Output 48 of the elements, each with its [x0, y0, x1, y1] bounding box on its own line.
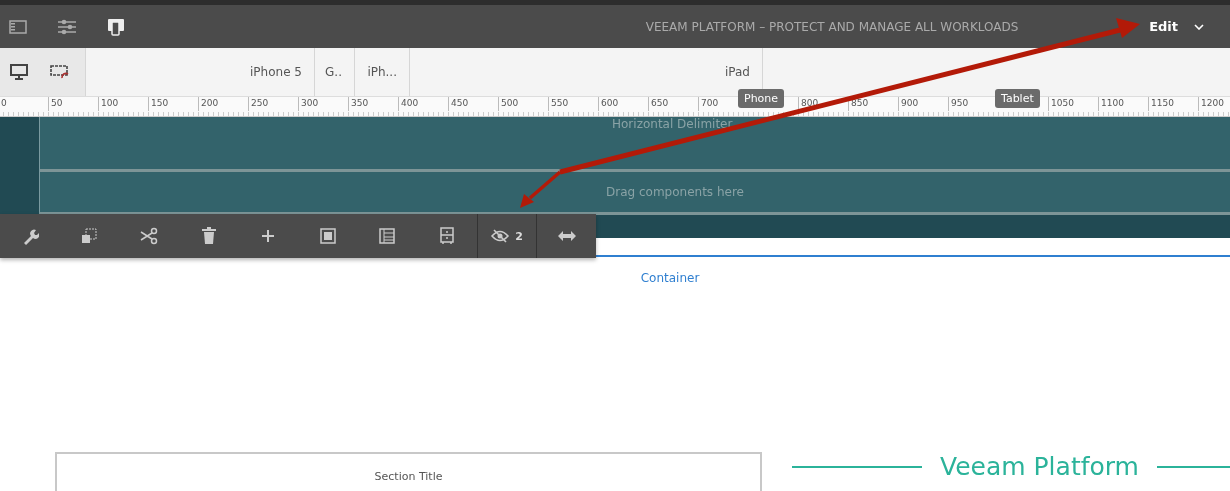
device-preset[interactable]: iPhone 5 [85, 48, 315, 96]
side-panel-icon[interactable] [9, 19, 27, 34]
ruler-label: 450 [448, 97, 498, 111]
ruler-label: 1200 [1198, 97, 1230, 111]
ruler-label: 550 [548, 97, 598, 111]
devices-icon[interactable] [107, 17, 125, 36]
ruler-label: 300 [298, 97, 348, 111]
brand-heading: Veeam Platform [940, 452, 1139, 481]
eye-slash-icon [491, 229, 510, 243]
frame-icon [318, 227, 337, 245]
ruler-label: 100 [98, 97, 148, 111]
ruler-label: 1100 [1098, 97, 1148, 111]
cabinet-icon [438, 227, 455, 245]
ruler-label: 1050 [1048, 97, 1098, 111]
rotate-screen-icon[interactable] [50, 64, 70, 80]
ruler-label: 350 [348, 97, 398, 111]
double-arrow-icon [556, 230, 577, 242]
sliders-icon[interactable] [57, 18, 77, 35]
device-preset[interactable]: G.. [315, 48, 355, 96]
ruler-label: 0 [0, 97, 48, 111]
device-preset[interactable]: iPh... [355, 48, 410, 96]
hidden-components-button[interactable]: 2 [476, 214, 537, 258]
table-icon [378, 227, 397, 245]
ruler-label: 850 [848, 97, 898, 111]
tooltip: Phone [738, 89, 785, 108]
ruler-label: 900 [898, 97, 948, 111]
plus-icon [261, 229, 276, 243]
drop-zone-hint: Drag components here [606, 184, 744, 201]
monitor-icon[interactable] [10, 64, 28, 80]
copy-icon [80, 227, 99, 245]
ruler-label: 1150 [1148, 97, 1198, 111]
ruler-label: 400 [398, 97, 448, 111]
ruler-label: 500 [498, 97, 548, 111]
tooltip: Tablet [995, 89, 1040, 108]
container-label: Container [640, 271, 700, 287]
ruler-label: 600 [598, 97, 648, 111]
ruler-label: 650 [648, 97, 698, 111]
component-label: Horizontal Delimiter [612, 117, 733, 133]
ruler-label: 250 [248, 97, 298, 111]
ruler-label: 200 [198, 97, 248, 111]
ruler-label: 150 [148, 97, 198, 111]
trash-icon [200, 227, 217, 245]
chevron-icon [1194, 23, 1204, 30]
scissors-icon [139, 227, 159, 245]
section-title: Section Title [374, 470, 443, 485]
page-title: VEEAM PLATFORM – PROTECT AND MANAGE ALL WORKLOADS [644, 19, 1020, 34]
mode-dropdown[interactable]: Edit [1145, 15, 1208, 38]
ruler-label: 50 [48, 97, 98, 111]
